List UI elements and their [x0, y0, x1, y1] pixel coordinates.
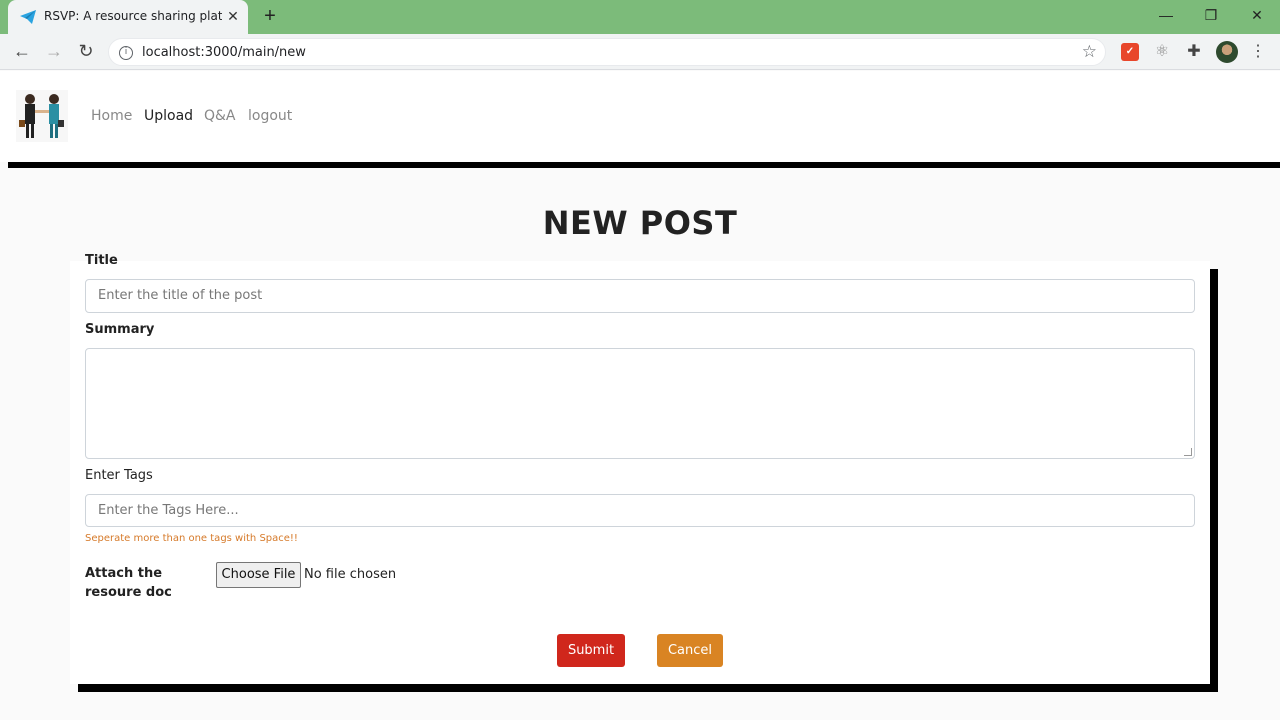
new-tab-icon[interactable]: + — [258, 5, 282, 29]
summary-textarea[interactable] — [85, 348, 1195, 459]
attach-label: Attach the resoure doc — [85, 566, 172, 600]
new-post-form: Title Enter the title of the post Summar… — [70, 253, 1210, 684]
forward-arrow-icon[interactable]: → — [42, 40, 66, 64]
bookmark-star-icon[interactable]: ☆ — [1082, 42, 1097, 62]
nav-logout-link[interactable]: logout — [248, 108, 292, 124]
react-devtools-icon[interactable]: ⚛ — [1153, 43, 1171, 61]
close-window-icon[interactable]: ✕ — [1243, 4, 1271, 28]
url-text: localhost:3000/main/new — [142, 45, 306, 60]
todo-extension-icon[interactable]: ✓ — [1121, 43, 1139, 61]
page-title: NEW POST — [542, 204, 738, 242]
file-status: No file chosen — [304, 567, 397, 582]
tab-title: RSVP: A resource sharing platform — [44, 9, 222, 23]
tags-hint: Seperate more than one tags with Space!! — [85, 533, 298, 544]
nav-upload-link[interactable]: Upload — [144, 108, 193, 124]
choose-file-button[interactable]: Choose File — [216, 562, 301, 588]
close-tab-icon[interactable]: ✕ — [224, 7, 242, 25]
tags-label: Enter Tags — [85, 468, 153, 483]
summary-label: Summary — [85, 322, 155, 337]
back-arrow-icon[interactable]: ← — [10, 40, 34, 64]
browser-menu-icon[interactable]: ⋮ — [1250, 41, 1266, 63]
minimize-icon[interactable]: — — [1152, 4, 1180, 28]
title-input[interactable]: Enter the title of the post — [85, 279, 1195, 313]
nav-qa-link[interactable]: Q&A — [204, 108, 236, 124]
reload-icon[interactable]: ↻ — [74, 40, 98, 64]
site-navbar: Home Upload Q&A logout — [0, 71, 1280, 162]
paper-plane-icon — [20, 10, 36, 24]
profile-avatar[interactable] — [1216, 41, 1238, 63]
cancel-button[interactable]: Cancel — [657, 634, 723, 667]
browser-tab-strip: RSVP: A resource sharing platform ✕ + — … — [0, 0, 1280, 34]
info-icon[interactable]: i — [119, 46, 133, 60]
browser-toolbar: ← → ↻ i localhost:3000/main/new ☆ ✓ ⚛ ✚ … — [0, 34, 1280, 70]
extensions-puzzle-icon[interactable]: ✚ — [1185, 43, 1203, 61]
address-bar[interactable]: i localhost:3000/main/new ☆ — [108, 38, 1106, 66]
tags-input[interactable]: Enter the Tags Here... — [85, 494, 1195, 527]
browser-tab[interactable]: RSVP: A resource sharing platform ✕ — [8, 0, 248, 34]
nav-home-link[interactable]: Home — [91, 108, 132, 124]
handshake-logo-icon[interactable] — [16, 90, 68, 142]
restore-icon[interactable]: ❐ — [1197, 4, 1225, 28]
submit-button[interactable]: Submit — [557, 634, 625, 667]
title-label: Title — [85, 253, 118, 268]
page-content: Home Upload Q&A logout NEW POST Title En… — [0, 71, 1280, 720]
resize-handle-icon[interactable] — [1184, 448, 1192, 456]
